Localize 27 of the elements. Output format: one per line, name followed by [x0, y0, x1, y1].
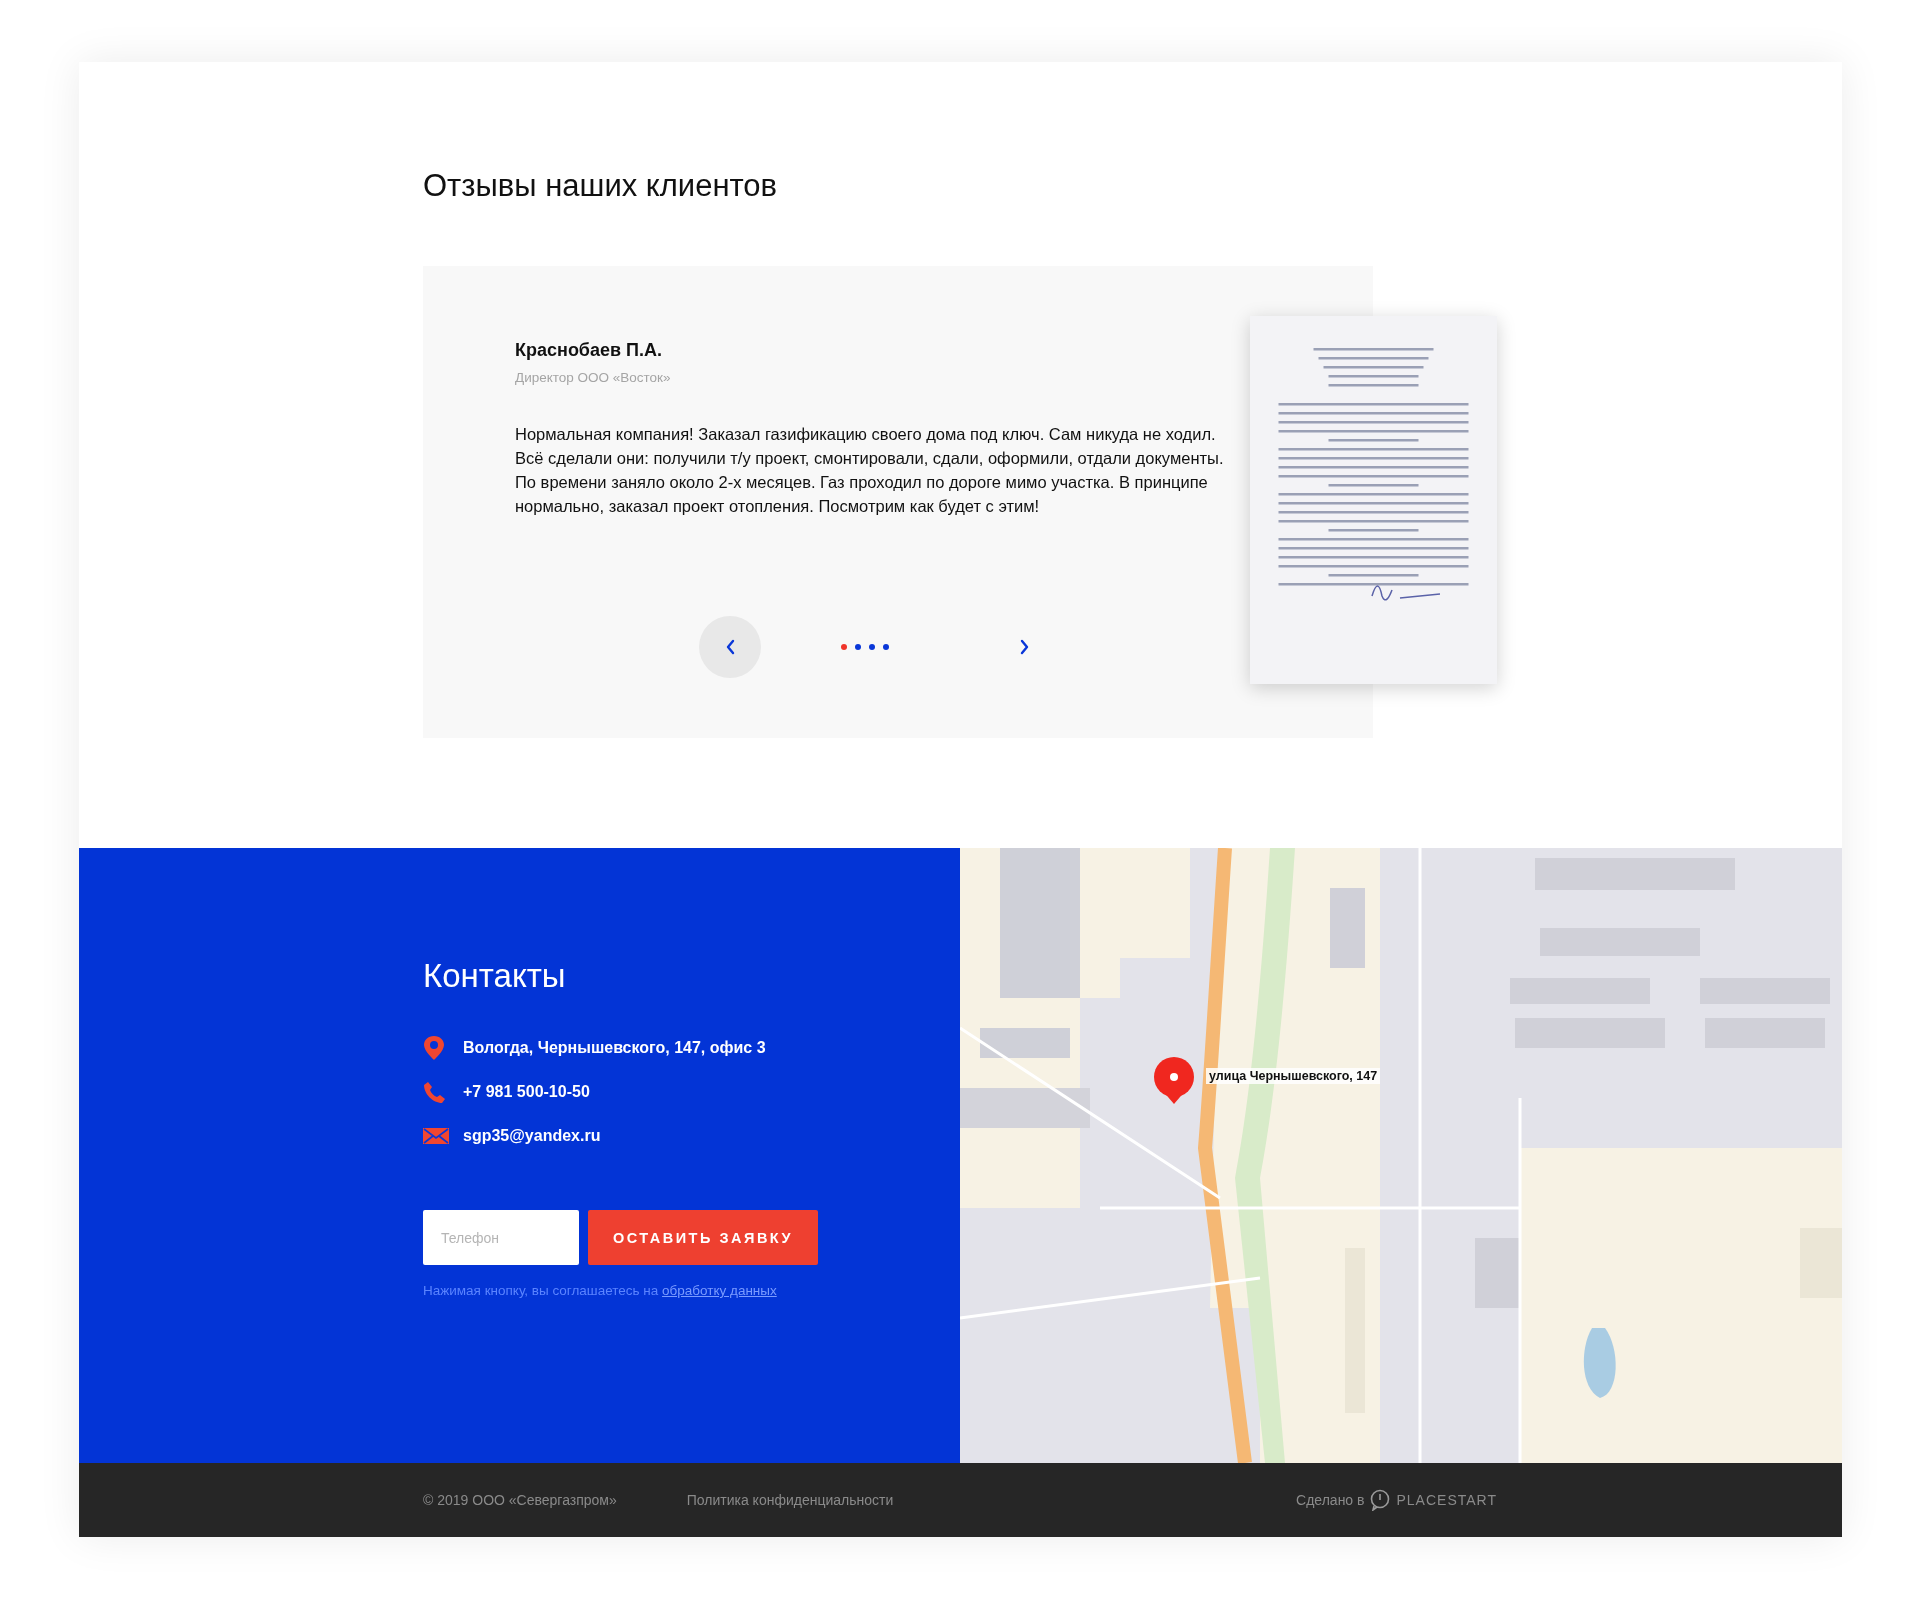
location-pin-icon — [423, 1035, 445, 1061]
pagination-dot[interactable] — [855, 644, 861, 650]
address-text: Вологда, Чернышевского, 147, офис 3 — [463, 1039, 766, 1057]
review-text: Нормальная компания! Заказал газификацию своего дома под ключ. Сам никуда не ходил. Всё сделали они: получили т/у проект, смонтировали, сдали, оформили, отдали документы. По времени заняло около 2-х месяцев. Газ проходил по дороге мимо участка. В принципе нормально, заказал проект отопления. Посмотрим как будет с этим! — [515, 424, 1225, 517]
section-title: Контакты — [423, 956, 567, 996]
privacy-policy-link[interactable]: Политика конфиденциальности — [686, 1492, 894, 1508]
phone-number[interactable]: +7 981 500-10-50 — [463, 1083, 590, 1101]
chevron-left-icon — [724, 639, 736, 655]
phone-icon — [423, 1080, 446, 1104]
consent-note: Нажимая кнопку, вы соглашаетесь на обработку данных — [423, 1283, 778, 1298]
reviewer-name: Краснобаев П.А. — [515, 339, 663, 362]
phone-input-field[interactable]: Телефон — [423, 1210, 579, 1265]
map-pin-label: улица Чернышевского, 147 — [1206, 1068, 1381, 1084]
pagination-dot[interactable] — [883, 644, 889, 650]
copyright-text: © 2019 ООО «Севергазпром» — [423, 1492, 617, 1508]
consent-link[interactable]: обработку данных — [662, 1283, 777, 1298]
email-link[interactable]: sgp35@yandex.ru — [463, 1127, 601, 1145]
section-title: Отзывы наших клиентов — [423, 167, 779, 205]
chevron-right-icon — [1018, 639, 1030, 655]
reviewer-position: Директор ООО «Восток» — [515, 369, 672, 387]
submit-button[interactable]: ОСТАВИТЬ ЗАЯВКУ — [588, 1210, 818, 1265]
made-by-link[interactable]: Сделано в PLACESTART — [1296, 1489, 1497, 1511]
pin-logo-icon — [1370, 1489, 1391, 1511]
pagination-dot[interactable] — [869, 644, 875, 650]
pagination-dot[interactable] — [841, 644, 847, 650]
envelope-icon — [423, 1127, 449, 1145]
map-pin-icon — [1153, 1056, 1195, 1104]
